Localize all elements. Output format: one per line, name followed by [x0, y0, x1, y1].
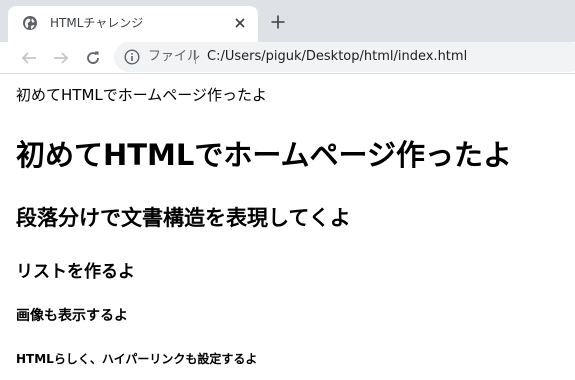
intro-paragraph: 初めてHTMLでホームページ作ったよ [16, 86, 267, 104]
page-content: 初めてHTMLでホームページ作ったよ 初めてHTMLでホームページ作ったよ 段落… [0, 74, 575, 380]
address-bar[interactable]: ファイル C:/Users/piguk/Desktop/html/index.h… [114, 42, 575, 72]
omnibox-divider [195, 50, 196, 64]
browser-toolbar: ファイル C:/Users/piguk/Desktop/html/index.h… [0, 42, 575, 74]
tab-title: HTMLチャレンジ [50, 16, 144, 30]
forward-arrow-icon[interactable] [50, 47, 72, 69]
close-icon[interactable] [232, 15, 248, 31]
tab-strip: HTMLチャレンジ [0, 0, 575, 42]
tab-active[interactable]: HTMLチャレンジ [8, 6, 258, 42]
heading-1: 初めてHTMLでホームページ作ったよ [16, 138, 512, 172]
globe-icon [22, 15, 38, 31]
scheme-label: ファイル [148, 49, 201, 64]
heading-2: 段落分けで文書構造を表現してくよ [16, 206, 351, 230]
info-icon[interactable] [124, 49, 140, 65]
url-text[interactable]: C:/Users/piguk/Desktop/html/index.html [207, 48, 467, 66]
heading-3: リストを作るよ [16, 262, 135, 282]
heading-4: 画像も表示するよ [16, 308, 128, 324]
reload-icon[interactable] [82, 47, 104, 69]
browser-window: HTMLチャレンジ ファイル C:/Users/piguk/Desktop/ht… [0, 0, 575, 380]
back-arrow-icon[interactable] [18, 47, 40, 69]
heading-5: HTMLらしく、ハイパーリンクも設定するよ [16, 352, 258, 366]
plus-icon[interactable] [268, 12, 288, 32]
